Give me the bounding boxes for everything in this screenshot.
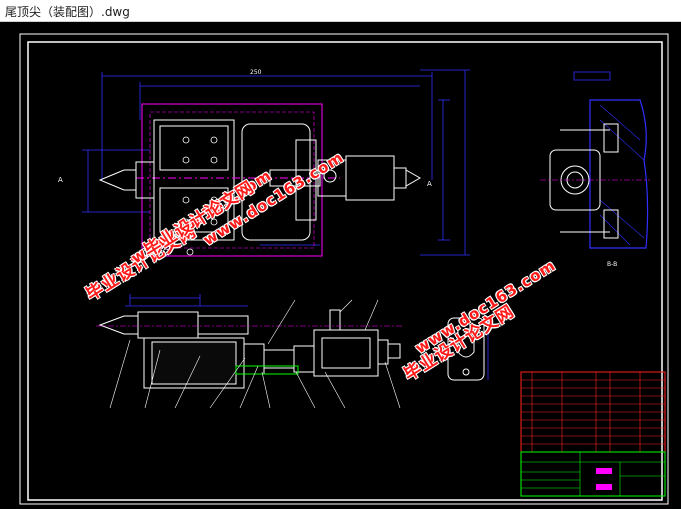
top-view: 250 A A: [58, 69, 470, 257]
drawing-viewport[interactable]: 250 A A B-B www.doc163.com 毕业设计论文网 www.d…: [0, 22, 681, 509]
title-block: [520, 371, 666, 497]
svg-text:A: A: [58, 176, 63, 184]
window-titlebar: 尾顶尖（装配图）.dwg: [0, 0, 681, 22]
window-title: 尾顶尖（装配图）.dwg: [5, 5, 130, 19]
svg-text:250: 250: [250, 69, 262, 76]
svg-text:A: A: [427, 180, 432, 188]
cad-drawing: 250 A A B-B: [19, 33, 669, 505]
side-view: B-B: [540, 71, 650, 268]
section-label: B-B: [607, 261, 617, 268]
